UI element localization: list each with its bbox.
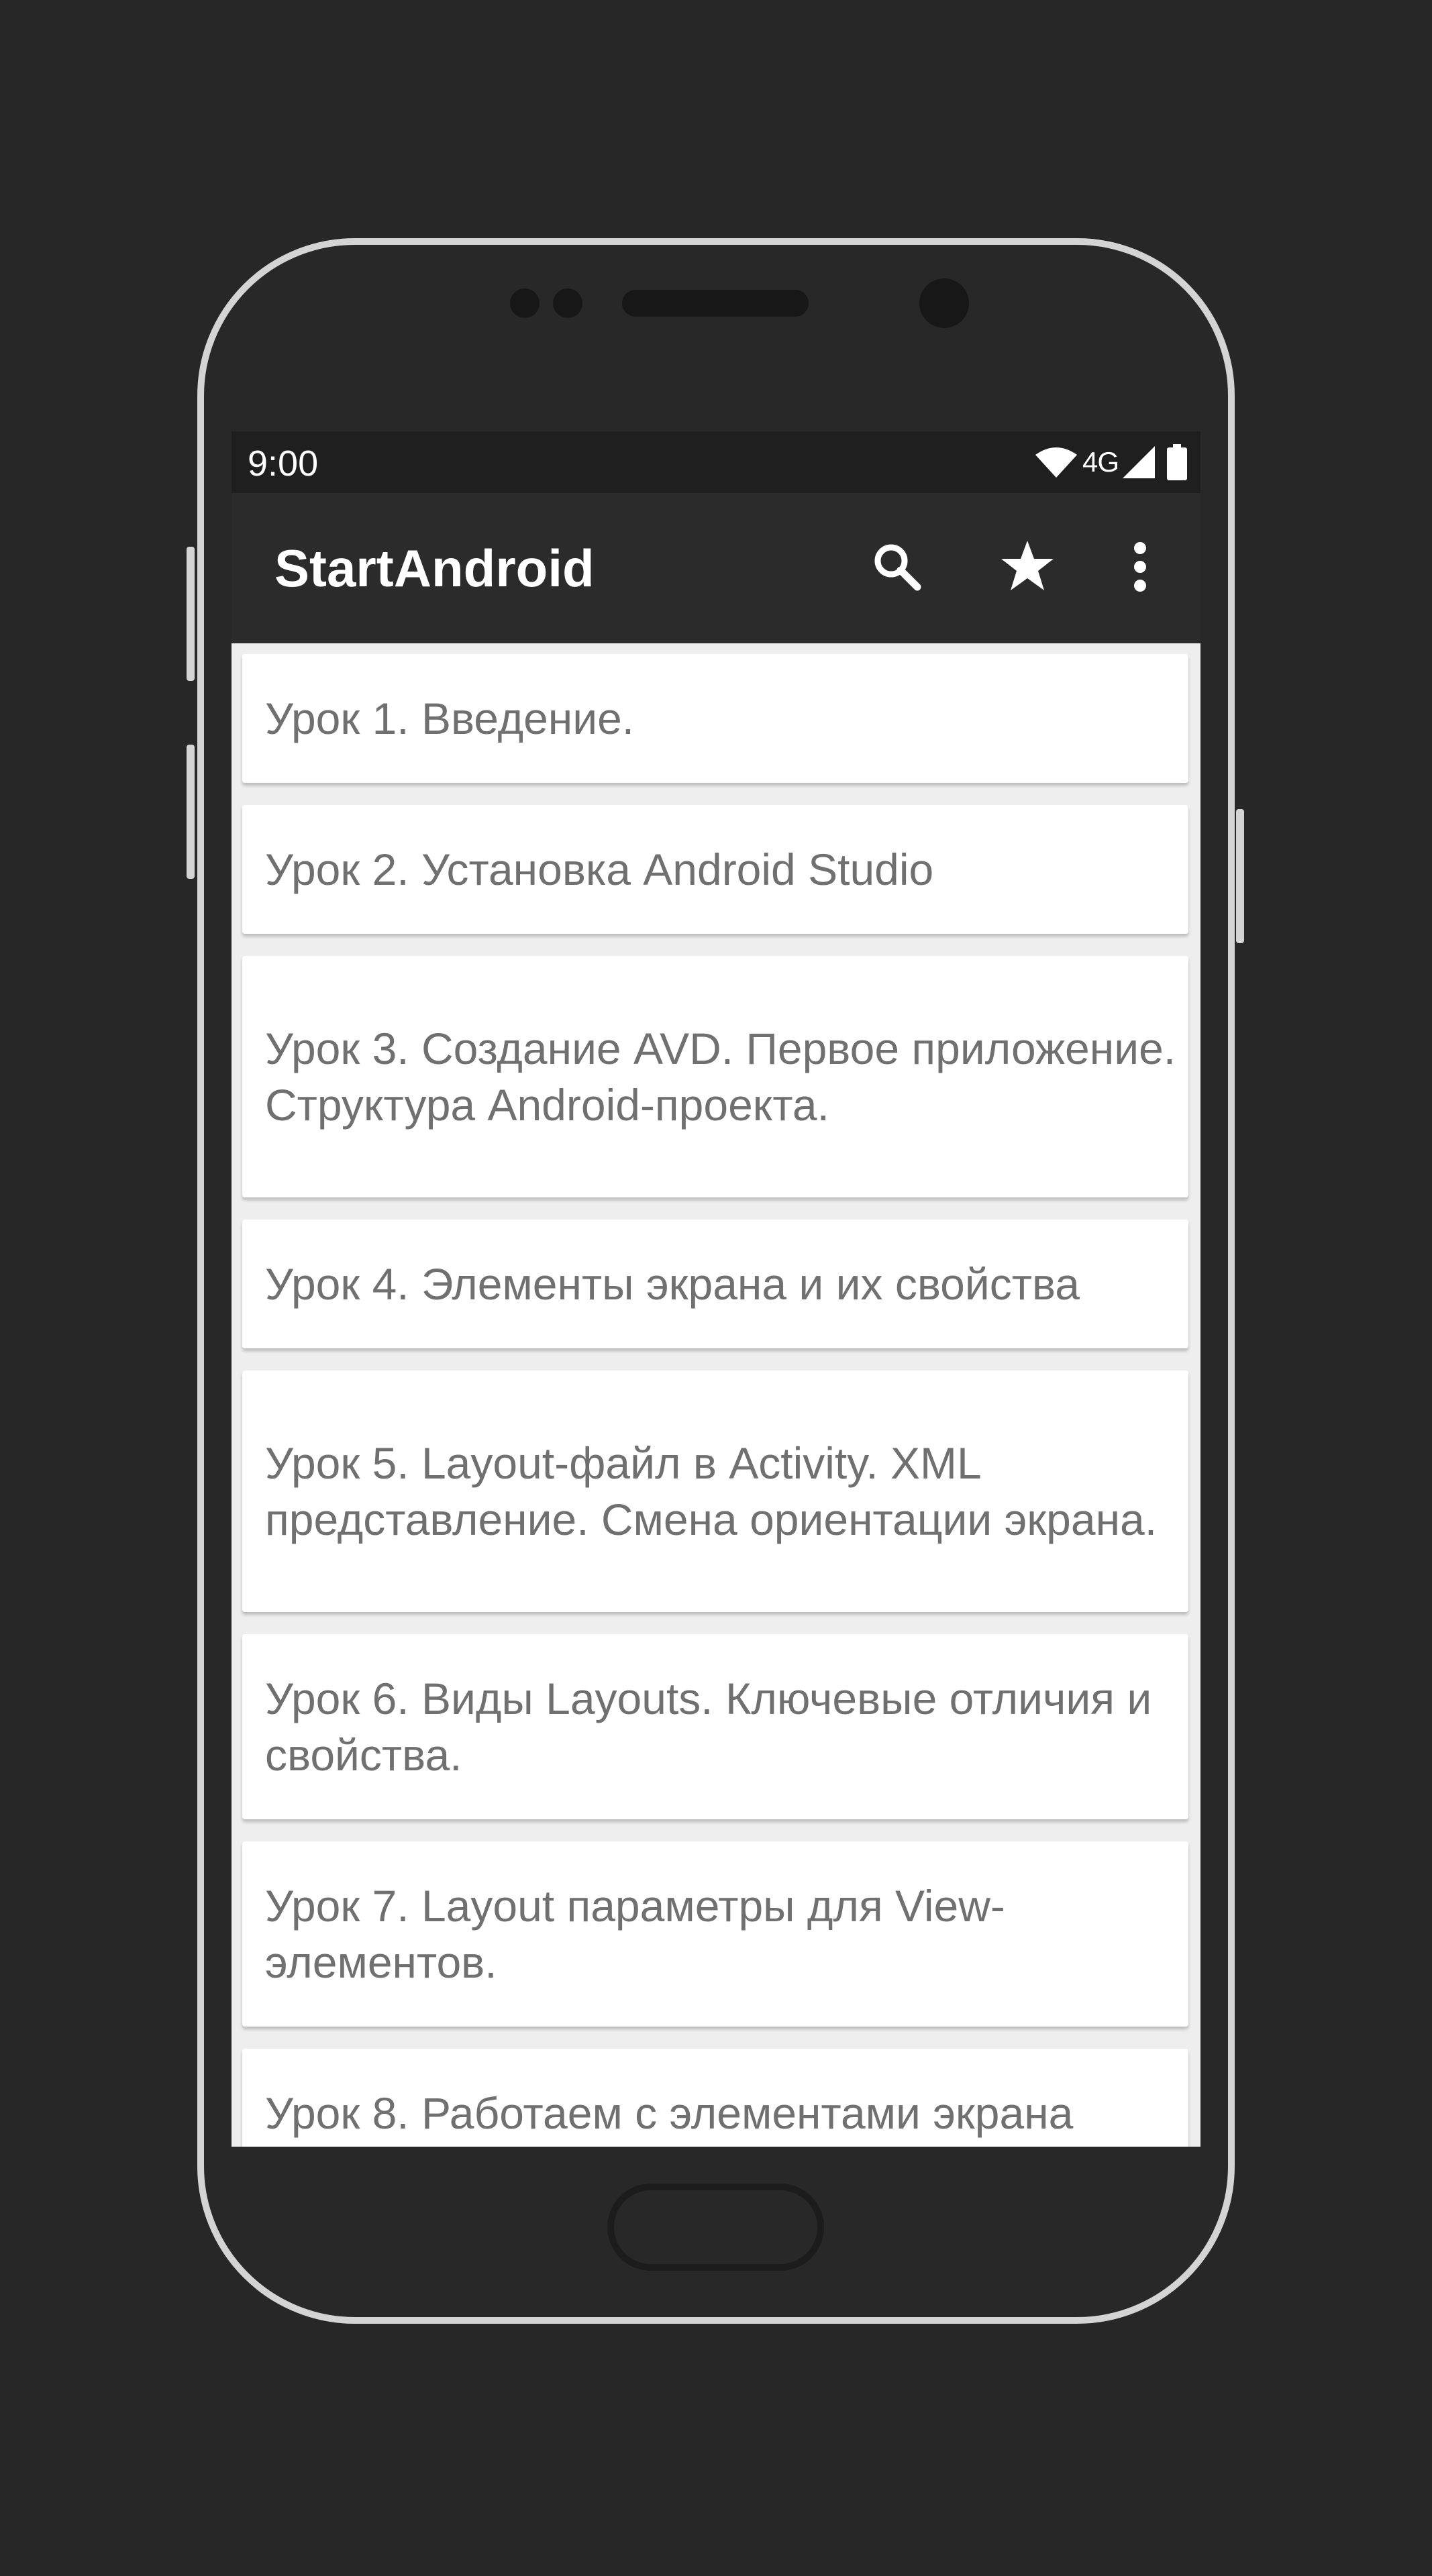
- list-item-title: Урок 8. Работаем с элементами экрана: [265, 2088, 1074, 2138]
- list-item[interactable]: Урок 2. Установка Android Studio: [242, 805, 1188, 934]
- light-sensor: [553, 288, 582, 318]
- list-item[interactable]: Урок 3. Создание AVD. Первое приложение.…: [242, 956, 1188, 1197]
- screen: 9:00 4G StartAndroid Урок 1. Введение. У…: [232, 431, 1200, 2147]
- network-type-label: 4G: [1082, 446, 1119, 478]
- wifi-icon: [1035, 447, 1077, 478]
- app-bar: StartAndroid: [232, 493, 1200, 643]
- list-item[interactable]: Урок 4. Элементы экрана и их свойства: [242, 1220, 1188, 1348]
- list-item[interactable]: Урок 1. Введение.: [242, 654, 1188, 783]
- power-button: [1236, 809, 1244, 943]
- list-item[interactable]: Урок 8. Работаем с элементами экрана: [242, 2049, 1188, 2147]
- list-item-title: Урок 6. Виды Layouts. Ключевые отличия и…: [265, 1674, 1152, 1780]
- home-button[interactable]: [607, 2184, 824, 2271]
- list-item[interactable]: Урок 7. Layout параметры для View-элемен…: [242, 1841, 1188, 2027]
- overflow-menu-button[interactable]: [1100, 528, 1180, 608]
- list-item-title: Урок 3. Создание AVD. Первое приложение.…: [265, 1024, 1176, 1130]
- search-icon: [870, 540, 924, 597]
- list-item[interactable]: Урок 5. Layout-файл в Activity. XML пред…: [242, 1371, 1188, 1612]
- volume-down-button: [187, 745, 195, 879]
- more-vert-icon: [1132, 541, 1148, 596]
- list-item-title: Урок 1. Введение.: [265, 694, 635, 743]
- list-item-title: Урок 2. Установка Android Studio: [265, 845, 934, 894]
- search-button[interactable]: [857, 528, 937, 608]
- volume-up-button: [187, 547, 195, 681]
- earpiece-speaker: [622, 290, 809, 317]
- app-title: StartAndroid: [274, 539, 595, 598]
- lessons-list[interactable]: Урок 1. Введение. Урок 2. Установка Andr…: [232, 643, 1200, 2147]
- star-icon: [999, 538, 1056, 599]
- proximity-sensor: [510, 288, 540, 318]
- signal-icon: [1123, 446, 1155, 478]
- front-camera: [919, 278, 969, 328]
- status-icons: 4G: [1035, 441, 1187, 484]
- status-bar: 9:00 4G: [232, 431, 1200, 493]
- favorites-button[interactable]: [987, 528, 1068, 608]
- battery-icon: [1167, 444, 1187, 480]
- list-item-title: Урок 7. Layout параметры для View-элемен…: [265, 1881, 1005, 1987]
- list-item-title: Урок 5. Layout-файл в Activity. XML пред…: [265, 1438, 1158, 1544]
- list-item-title: Урок 4. Элементы экрана и их свойства: [265, 1259, 1080, 1309]
- status-time: 9:00: [248, 443, 319, 484]
- list-item[interactable]: Урок 6. Виды Layouts. Ключевые отличия и…: [242, 1634, 1188, 1819]
